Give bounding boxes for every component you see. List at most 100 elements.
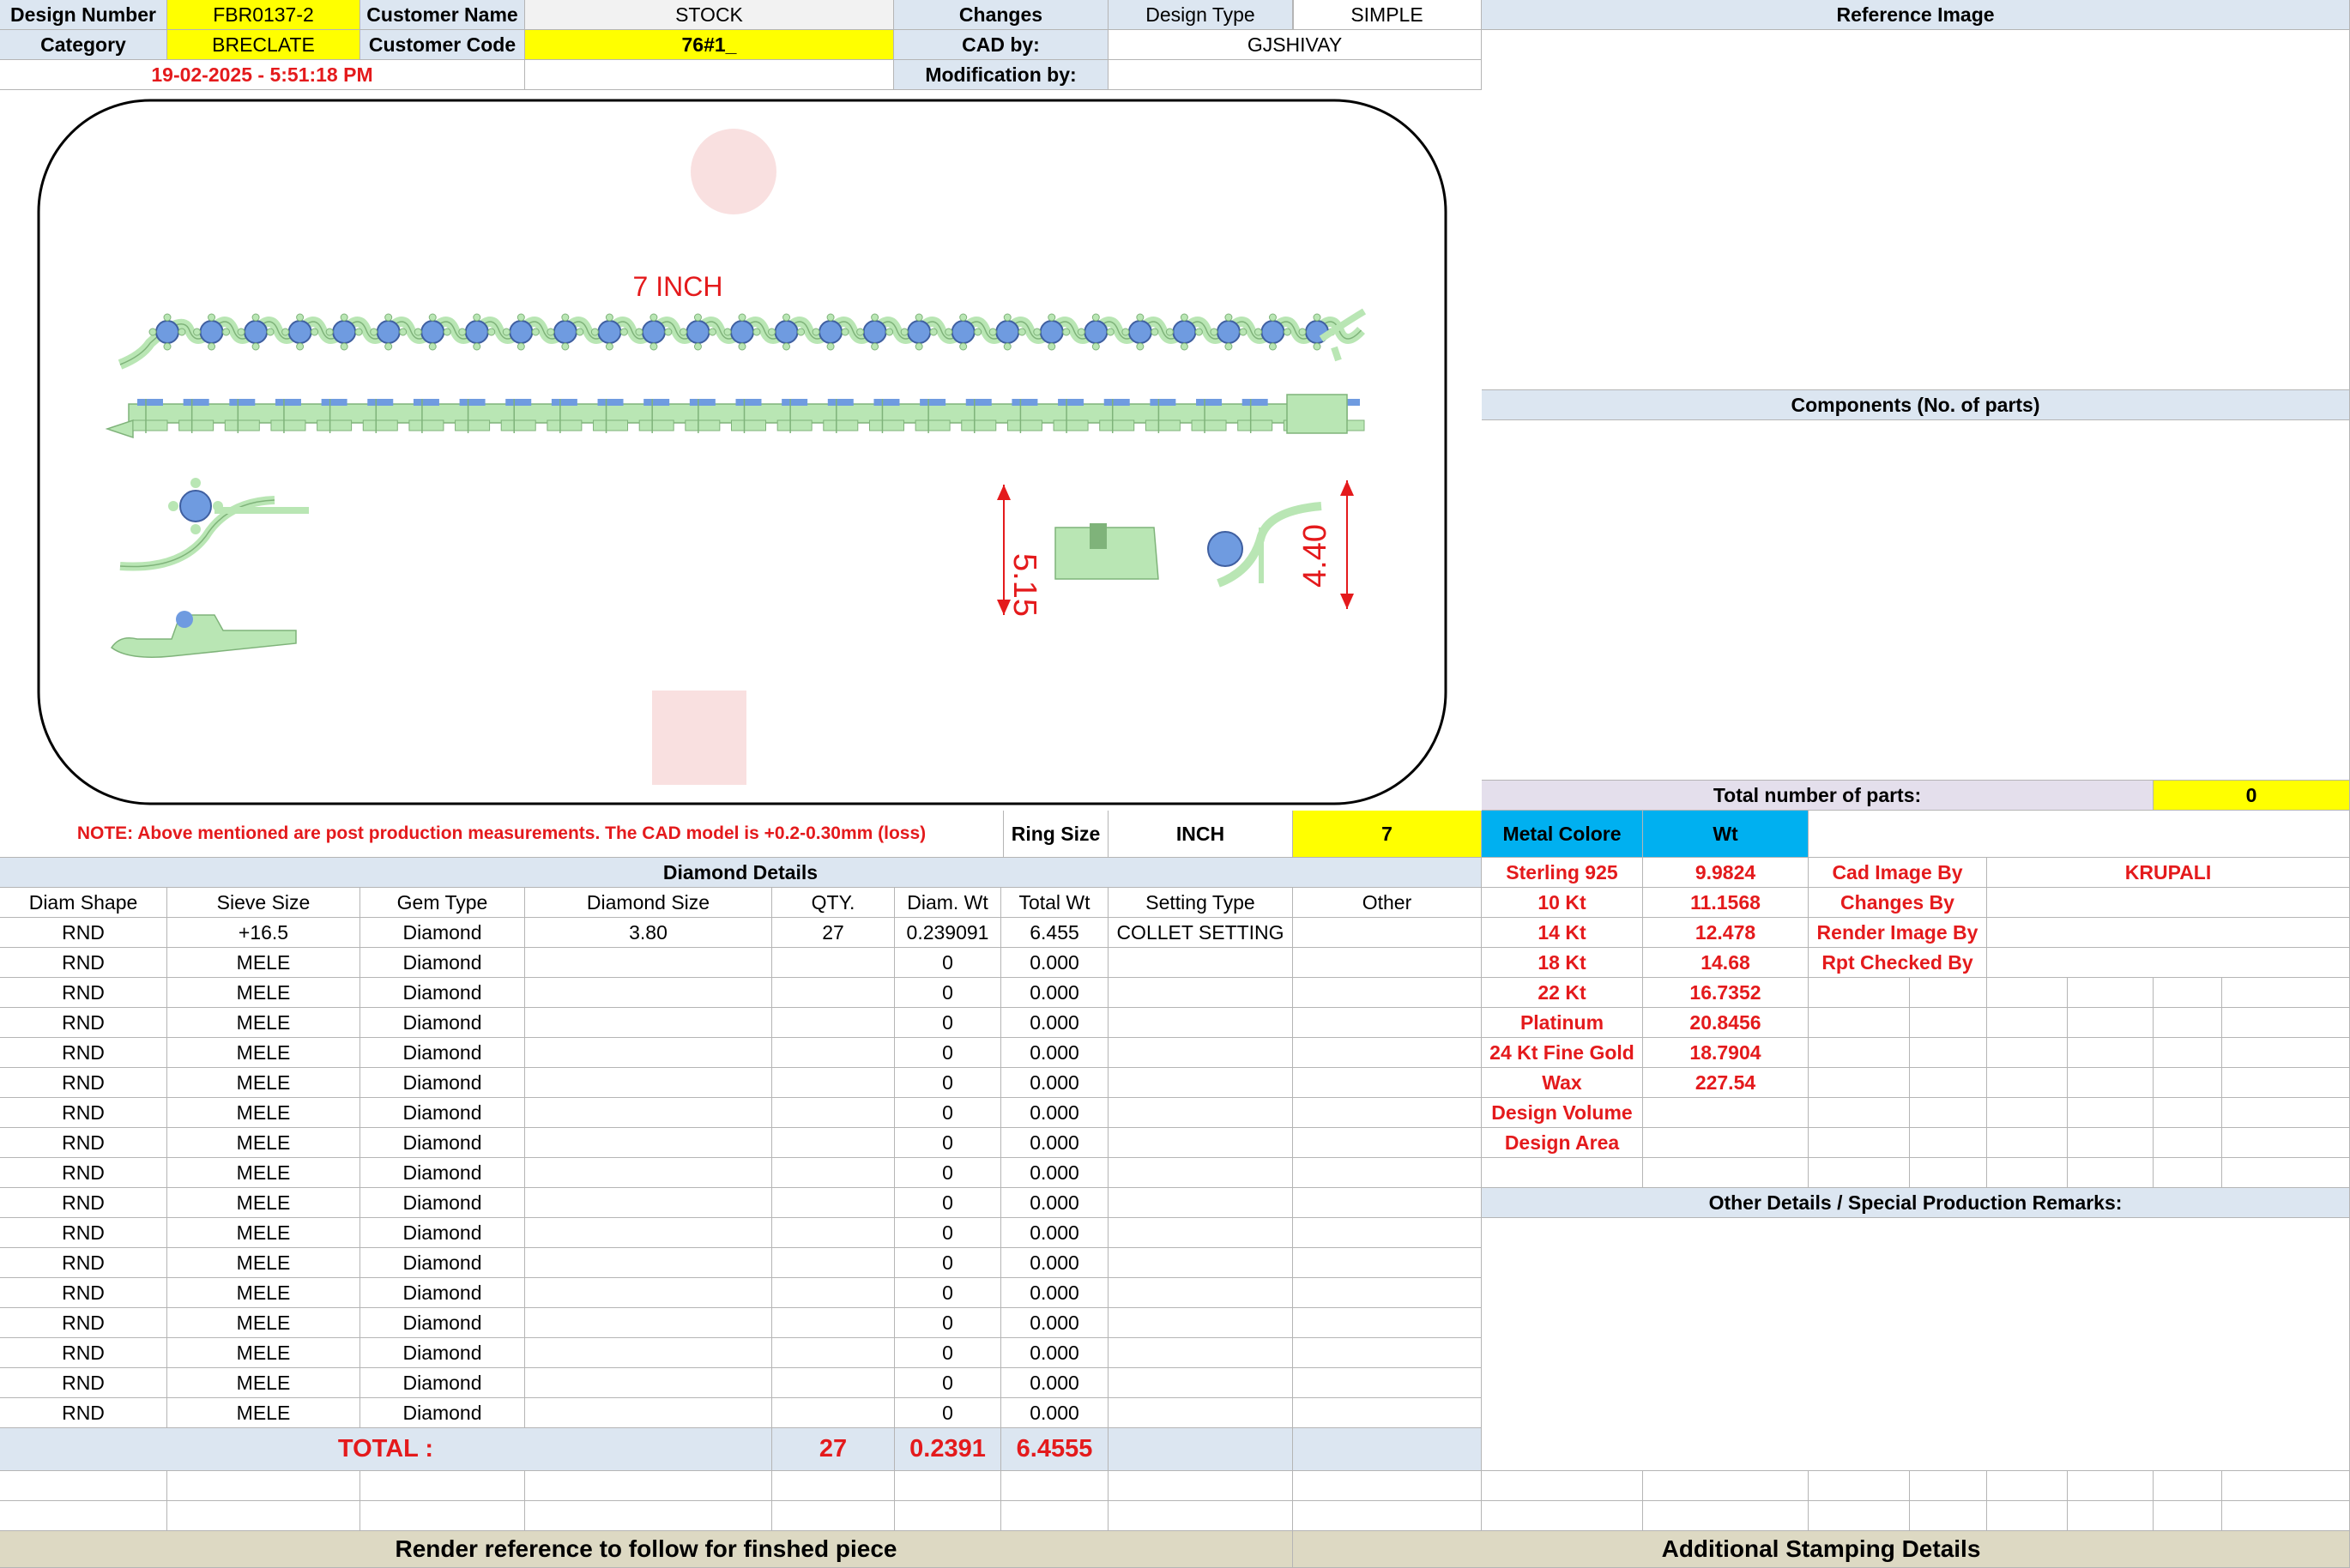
table-cell[interactable] (772, 1248, 895, 1278)
table-cell[interactable] (772, 948, 895, 978)
table-cell[interactable]: RND (0, 1128, 167, 1158)
table-cell[interactable]: MELE (167, 1338, 360, 1368)
table-cell[interactable] (1109, 1338, 1293, 1368)
customer-code-value[interactable]: 76#1_ (525, 30, 894, 60)
table-cell[interactable]: 0.000 (1001, 1278, 1109, 1308)
table-cell[interactable]: RND (0, 1098, 167, 1128)
table-cell[interactable]: Diamond (360, 918, 525, 948)
table-cell[interactable]: MELE (167, 1218, 360, 1248)
table-cell[interactable]: MELE (167, 1068, 360, 1098)
table-cell[interactable]: 0 (895, 1158, 1001, 1188)
table-cell[interactable]: MELE (167, 1248, 360, 1278)
table-cell[interactable] (1109, 1068, 1293, 1098)
table-cell[interactable]: 0.000 (1001, 1398, 1109, 1428)
table-cell[interactable] (772, 1128, 895, 1158)
table-cell[interactable] (1109, 1308, 1293, 1338)
table-cell[interactable] (1109, 1218, 1293, 1248)
table-cell[interactable]: RND (0, 1068, 167, 1098)
table-cell[interactable] (1293, 1038, 1482, 1068)
table-cell[interactable]: Diamond (360, 1098, 525, 1128)
table-cell[interactable]: Diamond (360, 1218, 525, 1248)
table-cell[interactable] (772, 1308, 895, 1338)
table-cell[interactable]: +16.5 (167, 918, 360, 948)
table-cell[interactable] (1293, 1308, 1482, 1338)
table-cell[interactable]: Diamond (360, 1188, 525, 1218)
design-type-value[interactable]: SIMPLE (1293, 0, 1482, 30)
table-cell[interactable] (1293, 1068, 1482, 1098)
table-cell[interactable]: 0 (895, 1068, 1001, 1098)
cad-image-by-value[interactable]: KRUPALI (1987, 858, 2350, 888)
table-cell[interactable]: Diamond (360, 1308, 525, 1338)
table-cell[interactable]: RND (0, 1278, 167, 1308)
table-cell[interactable] (1109, 1248, 1293, 1278)
table-cell[interactable]: 0.000 (1001, 1338, 1109, 1368)
table-cell[interactable] (525, 1308, 772, 1338)
table-cell[interactable]: RND (0, 1218, 167, 1248)
table-cell[interactable] (1293, 1128, 1482, 1158)
table-cell[interactable]: Diamond (360, 1368, 525, 1398)
table-cell[interactable]: RND (0, 948, 167, 978)
table-cell[interactable] (525, 1038, 772, 1068)
table-cell[interactable] (772, 1368, 895, 1398)
table-cell[interactable]: Diamond (360, 1008, 525, 1038)
table-cell[interactable]: 0 (895, 1398, 1001, 1428)
table-cell[interactable] (1293, 1158, 1482, 1188)
table-cell[interactable]: 0 (895, 978, 1001, 1008)
table-cell[interactable]: 0.000 (1001, 1038, 1109, 1068)
table-cell[interactable]: 0 (895, 1338, 1001, 1368)
table-cell[interactable]: Diamond (360, 948, 525, 978)
table-cell[interactable] (525, 1188, 772, 1218)
table-cell[interactable]: Diamond (360, 978, 525, 1008)
table-cell[interactable]: 0.000 (1001, 978, 1109, 1008)
table-cell[interactable] (772, 1278, 895, 1308)
table-cell[interactable] (525, 1368, 772, 1398)
table-cell[interactable] (772, 1218, 895, 1248)
table-cell[interactable] (525, 1068, 772, 1098)
table-cell[interactable]: RND (0, 1368, 167, 1398)
table-cell[interactable] (1109, 1398, 1293, 1428)
table-cell[interactable] (525, 1398, 772, 1428)
table-cell[interactable]: 0 (895, 1308, 1001, 1338)
table-cell[interactable] (1293, 1008, 1482, 1038)
table-cell[interactable] (525, 1248, 772, 1278)
table-cell[interactable]: 0.000 (1001, 1248, 1109, 1278)
table-cell[interactable]: 0 (895, 1218, 1001, 1248)
table-cell[interactable]: 0.000 (1001, 1368, 1109, 1398)
table-cell[interactable]: 0.000 (1001, 948, 1109, 978)
table-cell[interactable] (1293, 978, 1482, 1008)
table-cell[interactable]: Diamond (360, 1398, 525, 1428)
table-cell[interactable]: 0.000 (1001, 1128, 1109, 1158)
table-cell[interactable]: MELE (167, 1368, 360, 1398)
table-cell[interactable] (1109, 1128, 1293, 1158)
table-cell[interactable] (1109, 1098, 1293, 1128)
table-cell[interactable]: 0.000 (1001, 1098, 1109, 1128)
table-cell[interactable]: RND (0, 1188, 167, 1218)
table-cell[interactable]: 27 (772, 918, 895, 948)
table-cell[interactable] (525, 1128, 772, 1158)
table-cell[interactable]: 0.239091 (895, 918, 1001, 948)
table-cell[interactable] (772, 1158, 895, 1188)
table-cell[interactable]: 0.000 (1001, 1188, 1109, 1218)
table-cell[interactable] (525, 1338, 772, 1368)
table-cell[interactable]: 0.000 (1001, 1008, 1109, 1038)
customer-name-value[interactable]: STOCK (525, 0, 894, 30)
table-cell[interactable] (1293, 1218, 1482, 1248)
table-cell[interactable] (1293, 948, 1482, 978)
table-cell[interactable] (1109, 1278, 1293, 1308)
table-cell[interactable] (772, 978, 895, 1008)
table-cell[interactable]: MELE (167, 1158, 360, 1188)
table-cell[interactable]: MELE (167, 1278, 360, 1308)
table-cell[interactable]: MELE (167, 1098, 360, 1128)
category-value[interactable]: BRECLATE (167, 30, 360, 60)
table-cell[interactable]: RND (0, 1248, 167, 1278)
table-cell[interactable] (525, 1098, 772, 1128)
table-cell[interactable]: MELE (167, 1308, 360, 1338)
table-cell[interactable] (1293, 1248, 1482, 1278)
table-cell[interactable] (525, 1278, 772, 1308)
table-cell[interactable] (525, 978, 772, 1008)
cad-by-value[interactable]: GJSHIVAY (1109, 30, 1482, 60)
table-cell[interactable]: MELE (167, 1128, 360, 1158)
table-cell[interactable]: 0.000 (1001, 1068, 1109, 1098)
table-cell[interactable] (772, 1098, 895, 1128)
table-cell[interactable]: MELE (167, 1188, 360, 1218)
